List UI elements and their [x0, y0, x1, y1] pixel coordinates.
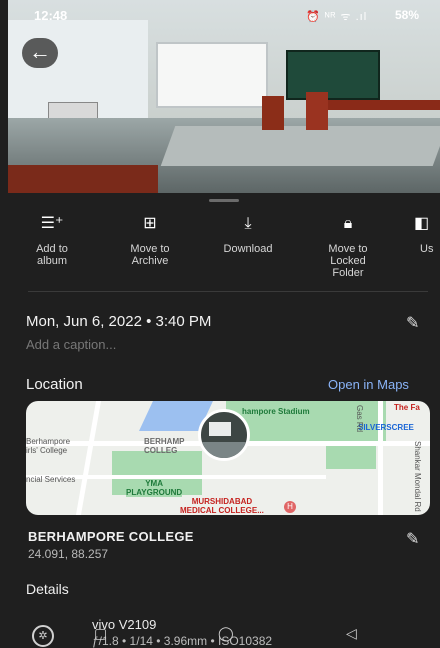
- back-button[interactable]: ←: [22, 38, 58, 68]
- photo-chair: [262, 96, 284, 130]
- photo-preview[interactable]: [8, 0, 440, 193]
- map-label: YMA PLAYGROUND: [126, 479, 183, 497]
- photo-chair: [306, 92, 328, 130]
- map-label: hampore Stadium: [242, 407, 310, 416]
- open-in-maps-link[interactable]: Open in Maps: [328, 377, 409, 392]
- place-name: BERHAMPORE COLLEGE: [28, 529, 194, 544]
- action-label: Move to Archive: [130, 243, 170, 267]
- map-label: Shankar Mondal Rd: [413, 441, 422, 512]
- photo-bench: [8, 165, 158, 193]
- download-icon: ⤓: [244, 215, 252, 232]
- caption-input[interactable]: Add a caption...: [26, 337, 116, 352]
- photo-table: [328, 100, 440, 110]
- download-button[interactable]: ⤓ Download: [208, 213, 288, 255]
- move-to-archive-button[interactable]: ⊞ Move to Archive: [110, 213, 190, 267]
- photo-location-pin[interactable]: [198, 409, 250, 461]
- move-to-locked-folder-button[interactable]: 🔒︎ Move to Locked Folder: [308, 213, 388, 279]
- details-title: Details: [26, 581, 69, 597]
- action-label: Add to album: [36, 243, 68, 267]
- edit-date-icon[interactable]: ✎: [406, 313, 419, 333]
- add-to-album-button[interactable]: ☰⁺ Add to album: [12, 213, 92, 267]
- action-label: Move to Locked Folder: [328, 243, 368, 279]
- action-label: Download: [223, 243, 273, 255]
- edit-location-icon[interactable]: ✎: [406, 529, 419, 549]
- photo-platform: [160, 126, 440, 166]
- map-label: Gas Rd: [355, 405, 364, 433]
- lock-icon: 🔒︎: [343, 215, 353, 232]
- map-label: ncial Services: [26, 475, 76, 484]
- map-label: MURSHIDABAD MEDICAL COLLEGE...: [180, 497, 264, 515]
- map-label: Berhampore irls' College: [26, 437, 71, 455]
- home-nav-icon[interactable]: ◯: [218, 625, 234, 642]
- map-road: [378, 401, 383, 515]
- status-icons: ⏰ ᴺᴿ ᯤ .ıl: [306, 11, 368, 23]
- pin-thumbnail: [209, 422, 231, 436]
- map-label: The Fa: [394, 403, 420, 412]
- location-title: Location: [26, 376, 83, 393]
- status-time: 12:48: [34, 8, 68, 23]
- use-as-button[interactable]: ◧ Us: [406, 213, 440, 255]
- archive-icon: ⊞: [143, 215, 157, 232]
- hospital-icon: H: [284, 501, 296, 513]
- battery-level: 58%: [395, 8, 420, 22]
- photo-whiteboard: [156, 42, 268, 108]
- back-nav-icon[interactable]: ◁: [346, 625, 357, 642]
- coordinates: 24.091, 88.257: [28, 547, 109, 561]
- recents-nav-icon[interactable]: ▢: [94, 625, 107, 642]
- divider: [28, 291, 428, 292]
- action-label: Us: [420, 243, 434, 255]
- info-sheet: ☰⁺ Add to album ⊞ Move to Archive ⤓ Down…: [8, 193, 440, 648]
- map-label: SILVERSCREE: [358, 423, 414, 432]
- drag-handle[interactable]: [209, 199, 239, 202]
- map-label: BERHAMP COLLEG: [144, 437, 185, 455]
- add-to-album-icon: ☰⁺: [40, 215, 64, 232]
- location-map[interactable]: hampore Stadium The Fa SILVERSCREE BERHA…: [26, 401, 430, 515]
- camera-specs: ƒ/1.8 • 1/14 • 3.96mm • ISO10382: [92, 634, 273, 648]
- status-bar: 12:48 ⏰ ᴺᴿ ᯤ .ıl 58%: [0, 0, 440, 28]
- pin-thumbnail-floor: [201, 442, 247, 458]
- photo-greenboard: [286, 50, 380, 100]
- use-as-icon: ◧: [414, 215, 430, 232]
- camera-aperture-icon: ✲: [32, 625, 54, 647]
- arrow-left-icon: ←: [29, 39, 51, 64]
- map-road: [75, 401, 102, 515]
- date-time[interactable]: Mon, Jun 6, 2022 • 3:40 PM: [26, 313, 211, 330]
